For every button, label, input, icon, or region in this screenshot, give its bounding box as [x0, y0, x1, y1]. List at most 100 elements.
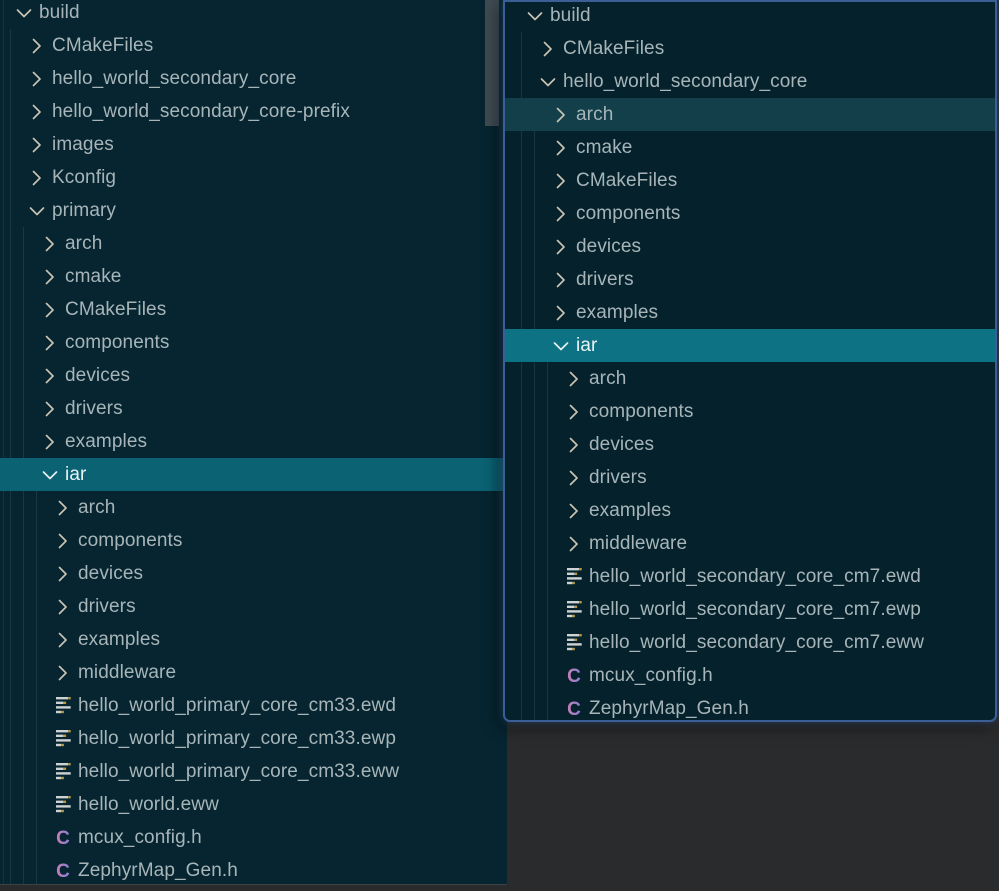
file-tree-panel-right-floating: buildCMakeFileshello_world_secondary_cor…: [503, 0, 997, 722]
c-language-icon: C: [564, 697, 584, 721]
tree-item-hello-world-secondary-core-cm7-ewp[interactable]: hello_world_secondary_core_cm7.ewp: [505, 593, 995, 626]
chevron-right-icon[interactable]: [40, 430, 60, 454]
chevron-right-icon[interactable]: [40, 364, 60, 388]
tree-item-components[interactable]: components: [505, 197, 995, 230]
chevron-right-icon[interactable]: [564, 532, 584, 556]
chevron-right-icon[interactable]: [40, 232, 60, 256]
tree-item-cmake[interactable]: cmake: [0, 260, 507, 293]
tree-item-build[interactable]: build: [0, 0, 507, 29]
chevron-right-icon[interactable]: [27, 67, 47, 91]
svg-text:C: C: [567, 699, 581, 720]
chevron-right-icon[interactable]: [40, 397, 60, 421]
tree-item-kconfig[interactable]: Kconfig: [0, 161, 507, 194]
tree-item-hello-world-secondary-core-prefix[interactable]: hello_world_secondary_core-prefix: [0, 95, 507, 128]
tree-item-hello-world-secondary-core-cm7-ewd[interactable]: hello_world_secondary_core_cm7.ewd: [505, 560, 995, 593]
tree-item-arch[interactable]: arch: [0, 491, 507, 524]
tree-item-label: build: [550, 5, 591, 27]
tree-item-zephyrmap-gen-h[interactable]: C ZephyrMap_Gen.h: [505, 692, 995, 722]
tree-item-iar[interactable]: iar: [0, 458, 507, 491]
tree-item-iar[interactable]: iar: [505, 329, 995, 362]
file-lines-icon: [53, 694, 73, 718]
tree-item-primary[interactable]: primary: [0, 194, 507, 227]
tree-item-devices[interactable]: devices: [0, 557, 507, 590]
tree-item-mcux-config-h[interactable]: Cmcux_config.h: [505, 659, 995, 692]
chevron-right-icon[interactable]: [53, 628, 73, 652]
chevron-right-icon[interactable]: [564, 466, 584, 490]
tree-item-label: devices: [78, 563, 143, 585]
chevron-right-icon[interactable]: [564, 367, 584, 391]
chevron-right-icon[interactable]: [53, 595, 73, 619]
tree-item-cmakefiles[interactable]: CMakeFiles: [0, 29, 507, 62]
tree-item-components[interactable]: components: [0, 326, 507, 359]
chevron-down-icon[interactable]: [14, 1, 34, 25]
tree-item-examples[interactable]: examples: [0, 425, 507, 458]
chevron-right-icon[interactable]: [564, 499, 584, 523]
tree-item-cmakefiles[interactable]: CMakeFiles: [505, 164, 995, 197]
chevron-right-icon[interactable]: [53, 562, 73, 586]
chevron-right-icon[interactable]: [27, 133, 47, 157]
tree-item-devices[interactable]: devices: [505, 428, 995, 461]
chevron-right-icon[interactable]: [551, 301, 571, 325]
chevron-right-icon[interactable]: [551, 136, 571, 160]
tree-item-drivers[interactable]: drivers: [505, 263, 995, 296]
tree-item-hello-world-eww[interactable]: hello_world.eww: [0, 788, 507, 821]
chevron-right-icon[interactable]: [551, 169, 571, 193]
file-lines-icon: [53, 760, 73, 784]
tree-item-middleware[interactable]: middleware: [0, 656, 507, 689]
tree-item-middleware[interactable]: middleware: [505, 527, 995, 560]
chevron-right-icon[interactable]: [40, 265, 60, 289]
tree-item-arch[interactable]: arch: [0, 227, 507, 260]
tree-item-drivers[interactable]: drivers: [0, 392, 507, 425]
tree-item-hello-world-primary-core-cm33-eww[interactable]: hello_world_primary_core_cm33.eww: [0, 755, 507, 788]
tree-item-label: hello_world_secondary_core: [52, 68, 296, 90]
chevron-right-icon[interactable]: [551, 268, 571, 292]
chevron-down-icon[interactable]: [27, 199, 47, 223]
chevron-right-icon[interactable]: [564, 400, 584, 424]
tree-item-hello-world-primary-core-cm33-ewp[interactable]: hello_world_primary_core_cm33.ewp: [0, 722, 507, 755]
chevron-right-icon[interactable]: [53, 661, 73, 685]
svg-text:C: C: [56, 861, 70, 882]
tree-item-cmakefiles[interactable]: CMakeFiles: [0, 293, 507, 326]
tree-item-components[interactable]: components: [505, 395, 995, 428]
chevron-right-icon[interactable]: [551, 235, 571, 259]
tree-item-arch[interactable]: arch: [505, 98, 995, 131]
tree-item-hello-world-secondary-core[interactable]: hello_world_secondary_core: [0, 62, 507, 95]
chevron-right-icon[interactable]: [551, 103, 571, 127]
chevron-down-icon[interactable]: [40, 463, 60, 487]
tree-item-examples[interactable]: examples: [505, 494, 995, 527]
chevron-down-icon[interactable]: [525, 4, 545, 28]
tree-item-mcux-config-h[interactable]: Cmcux_config.h: [0, 821, 507, 854]
chevron-right-icon[interactable]: [551, 202, 571, 226]
chevron-right-icon[interactable]: [564, 433, 584, 457]
chevron-right-icon[interactable]: [40, 331, 60, 355]
tree-item-devices[interactable]: devices: [0, 359, 507, 392]
tree-item-images[interactable]: images: [0, 128, 507, 161]
chevron-right-icon[interactable]: [27, 166, 47, 190]
chevron-right-icon[interactable]: [538, 37, 558, 61]
tree-item-hello-world-primary-core-cm33-ewd[interactable]: hello_world_primary_core_cm33.ewd: [0, 689, 507, 722]
tree-item-label: cmake: [576, 137, 632, 159]
chevron-right-icon[interactable]: [27, 100, 47, 124]
tree-item-hello-world-secondary-core[interactable]: hello_world_secondary_core: [505, 65, 995, 98]
chevron-down-icon[interactable]: [551, 334, 571, 358]
tree-item-examples[interactable]: examples: [0, 623, 507, 656]
tree-rows-left: buildCMakeFileshello_world_secondary_cor…: [0, 0, 507, 885]
chevron-right-icon[interactable]: [53, 529, 73, 553]
vertical-scrollbar-thumb[interactable]: [485, 0, 499, 126]
tree-item-examples[interactable]: examples: [505, 296, 995, 329]
tree-item-arch[interactable]: arch: [505, 362, 995, 395]
tree-item-hello-world-secondary-core-cm7-eww[interactable]: hello_world_secondary_core_cm7.eww: [505, 626, 995, 659]
chevron-right-icon[interactable]: [53, 496, 73, 520]
tree-item-devices[interactable]: devices: [505, 230, 995, 263]
tree-item-drivers[interactable]: drivers: [0, 590, 507, 623]
tree-item-label: ZephyrMap_Gen.h: [589, 698, 749, 720]
tree-item-build[interactable]: build: [505, 0, 995, 32]
tree-item-zephyrmap-gen-h[interactable]: CZephyrMap_Gen.h: [0, 854, 507, 885]
chevron-right-icon[interactable]: [27, 34, 47, 58]
tree-item-drivers[interactable]: drivers: [505, 461, 995, 494]
tree-item-cmake[interactable]: cmake: [505, 131, 995, 164]
tree-item-cmakefiles[interactable]: CMakeFiles: [505, 32, 995, 65]
chevron-down-icon[interactable]: [538, 70, 558, 94]
chevron-right-icon[interactable]: [40, 298, 60, 322]
tree-item-components[interactable]: components: [0, 524, 507, 557]
